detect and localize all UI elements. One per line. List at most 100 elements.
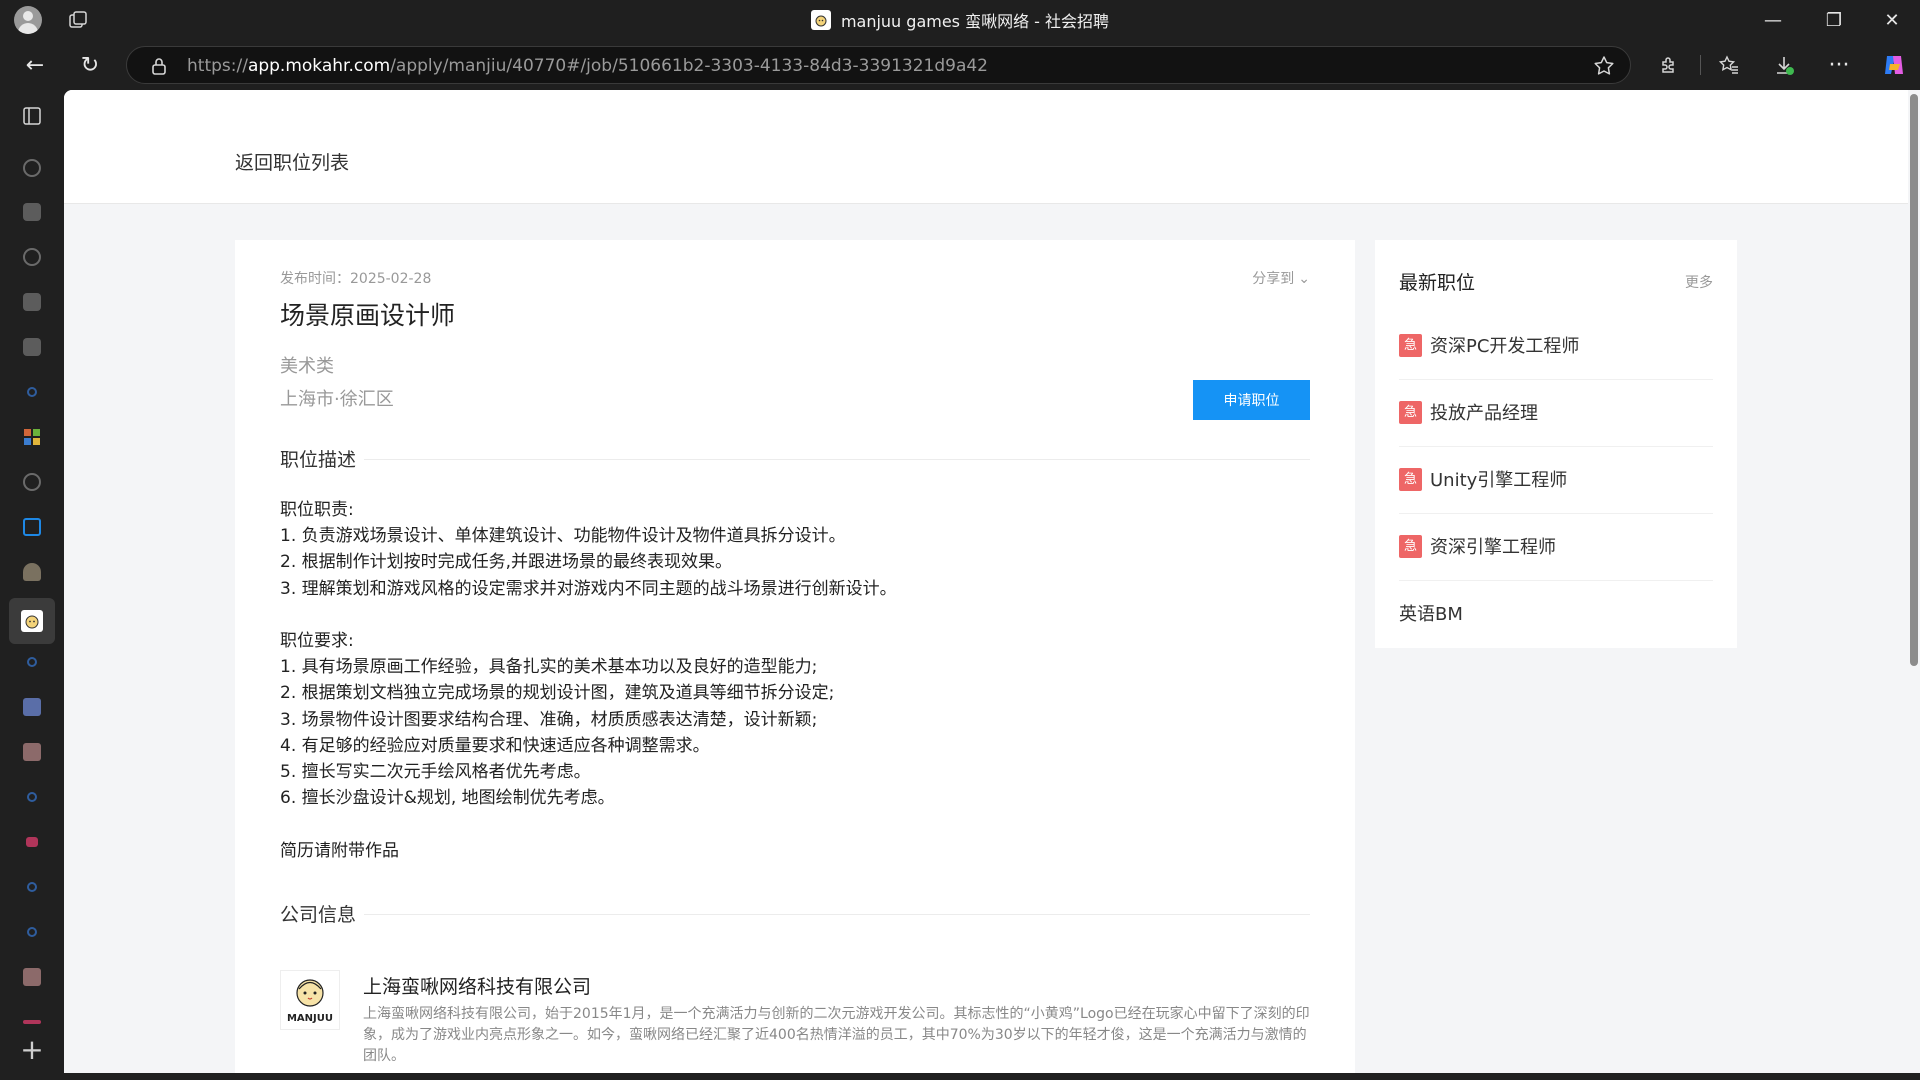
latest-job-item[interactable]: 英语BM (1399, 580, 1713, 647)
tab-globe-icon[interactable] (16, 241, 48, 273)
job-title: 场景原画设计师 (280, 301, 456, 330)
latest-jobs-panel: 最新职位 更多 急 资深PC开发工程师 急 投放产品经理 急 Unity引擎工程… (1375, 240, 1737, 648)
share-label: 分享到 (1252, 271, 1295, 287)
reload-button[interactable]: ↻ (73, 48, 107, 82)
description-line: 5. 擅长写实二次元手绘风格者优先考虑。 (280, 762, 591, 782)
back-button[interactable]: ← (18, 48, 52, 82)
tab-game-icon[interactable] (16, 691, 48, 723)
company-logo: MANJUU (280, 970, 340, 1030)
tab-search-icon[interactable] (16, 781, 48, 813)
divider (280, 914, 1310, 915)
tab-bilibili-icon[interactable] (16, 196, 48, 228)
latest-job-item[interactable]: 急 资深引擎工程师 (1399, 513, 1713, 581)
window-bottom-edge (0, 1073, 1920, 1080)
tab-actions-icon[interactable] (16, 100, 48, 132)
description-line: 6. 擅长沙盘设计&规划, 地图绘制优先考虑。 (280, 788, 615, 808)
description-line: 4. 有足够的经验应对质量要求和快速适应各种调整需求。 (280, 736, 710, 756)
latest-job-item[interactable]: 急 投放产品经理 (1399, 379, 1713, 447)
tab-bilibili-icon[interactable] (16, 286, 48, 318)
downloads-icon[interactable] (1767, 48, 1801, 82)
favorite-star-icon[interactable] (1592, 54, 1616, 78)
tab-calendar-icon[interactable] (16, 511, 48, 543)
tab-search-icon[interactable] (16, 376, 48, 408)
description-line: 职位要求: (280, 631, 354, 651)
lock-icon[interactable] (149, 56, 169, 76)
tab-search-icon[interactable] (16, 871, 48, 903)
urgent-badge: 急 (1399, 334, 1422, 357)
url-prefix: https:// (187, 56, 248, 76)
address-bar[interactable]: https://app.mokahr.com/apply/manjiu/4077… (126, 46, 1631, 84)
close-button[interactable]: ✕ (1864, 0, 1920, 40)
company-info-heading: 公司信息 (280, 900, 1310, 928)
urgent-badge: 急 (1399, 468, 1422, 491)
urgent-badge: 急 (1399, 401, 1422, 424)
description-line: 3. 场景物件设计图要求结构合理、准确，材质质感表达清楚，设计新颖; (280, 710, 818, 730)
profile-avatar-icon[interactable] (14, 6, 42, 34)
tab-partial-icon[interactable] (16, 1012, 48, 1032)
description-line: 1. 具有场景原画工作经验，具备扎实的美术基本功以及良好的造型能力; (280, 657, 818, 677)
description-line: 1. 负责游戏场景设计、单体建筑设计、功能物件设计及物件道具拆分设计。 (280, 526, 846, 546)
tab-search-icon[interactable] (16, 646, 48, 678)
job-detail-card: 发布时间：2025-02-28 分享到 ⌄ 场景原画设计师 美术类 上海市·徐汇区… (235, 240, 1355, 1073)
description-line: 简历请附带作品 (280, 841, 399, 861)
tab-favicon-icon (810, 10, 831, 30)
divider (280, 459, 1310, 460)
latest-job-title: 资深引擎工程师 (1430, 537, 1556, 558)
section-title: 公司信息 (280, 900, 365, 927)
new-tab-button[interactable]: + (16, 1034, 48, 1066)
maximize-button[interactable]: ❐ (1806, 0, 1862, 40)
more-menu-button[interactable]: ··· (1822, 48, 1856, 82)
extensions-icon[interactable] (1652, 48, 1686, 82)
tab-globe-icon[interactable] (16, 466, 48, 498)
chevron-down-icon: ⌄ (1298, 271, 1310, 287)
job-category: 美术类 (280, 356, 334, 377)
description-line: 3. 理解策划和游戏风格的设定需求并对游戏内不同主题的战斗场景进行创新设计。 (280, 579, 897, 599)
window-title: manjuu games 蛮啾网络 - 社会招聘 (840, 12, 1110, 31)
urgent-badge: 急 (1399, 535, 1422, 558)
company-description: 上海蛮啾网络科技有限公司，始于2015年1月，是一个充满活力与创新的二次元游戏开… (363, 1006, 1310, 1064)
tab-search-icon[interactable] (16, 916, 48, 948)
plus-icon: + (20, 1033, 44, 1066)
page-scrollbar-thumb[interactable] (1910, 94, 1918, 666)
publish-date: 发布时间：2025-02-28 (280, 271, 432, 287)
description-line: 2. 根据制作计划按时完成任务,并跟进场景的最终表现效果。 (280, 552, 733, 572)
browser-toolbar: ← ↻ https://app.mokahr.com/apply/manjiu/… (0, 40, 1920, 90)
url-path: /apply/manjiu/40770#/job/510661b2-3303-4… (390, 56, 988, 76)
url-host: app.mokahr.com (247, 56, 391, 76)
latest-job-title: 英语BM (1399, 604, 1463, 625)
company-name: 上海蛮啾网络科技有限公司 (363, 976, 592, 998)
vertical-tabs-sidebar: + (0, 90, 64, 1080)
description-line: 2. 根据策划文档独立完成场景的规划设计图，建筑及道具等细节拆分设定; (280, 683, 835, 703)
latest-job-title: 投放产品经理 (1430, 403, 1538, 424)
copilot-icon[interactable] (1877, 48, 1911, 82)
description-line: 职位职责: (280, 500, 354, 520)
company-logo-text: MANJUU (287, 1013, 333, 1024)
section-title: 职位描述 (280, 445, 365, 472)
latest-job-item[interactable]: 急 Unity引擎工程师 (1399, 446, 1713, 514)
minimize-button[interactable]: — (1745, 0, 1801, 40)
job-location: 上海市·徐汇区 (280, 389, 394, 410)
more-jobs-link[interactable]: 更多 (1685, 272, 1713, 292)
page-header: 返回职位列表 (64, 90, 1908, 204)
back-to-job-list-link[interactable]: 返回职位列表 (235, 148, 349, 175)
workspaces-icon[interactable] (68, 10, 88, 30)
favorites-icon[interactable] (1712, 48, 1746, 82)
tab-avatar-icon[interactable] (16, 556, 48, 588)
tab-manjuu-active-icon[interactable] (9, 598, 55, 644)
tab-character-icon[interactable] (16, 826, 48, 858)
latest-job-item[interactable]: 急 资深PC开发工程师 (1399, 312, 1713, 380)
page-viewport: 返回职位列表 发布时间：2025-02-28 分享到 ⌄ 场景原画设计师 美术类 … (64, 90, 1908, 1073)
tab-app-grid-icon[interactable] (16, 421, 48, 453)
apply-button[interactable]: 申请职位 (1193, 380, 1310, 420)
tab-image-icon[interactable] (16, 736, 48, 768)
latest-jobs-title: 最新职位 (1399, 272, 1476, 294)
window-title-bar: manjuu games 蛮啾网络 - 社会招聘 — ❐ ✕ (0, 0, 1920, 40)
tab-globe-icon[interactable] (16, 152, 48, 184)
url-text[interactable]: https://app.mokahr.com/apply/manjiu/4077… (187, 47, 988, 85)
job-description-heading: 职位描述 (280, 445, 1310, 473)
tab-image-icon[interactable] (16, 961, 48, 993)
share-dropdown[interactable]: 分享到 ⌄ (1252, 268, 1310, 288)
tab-bilibili-icon[interactable] (16, 331, 48, 363)
latest-job-title: Unity引擎工程师 (1430, 470, 1568, 491)
toolbar-divider (1700, 55, 1701, 75)
